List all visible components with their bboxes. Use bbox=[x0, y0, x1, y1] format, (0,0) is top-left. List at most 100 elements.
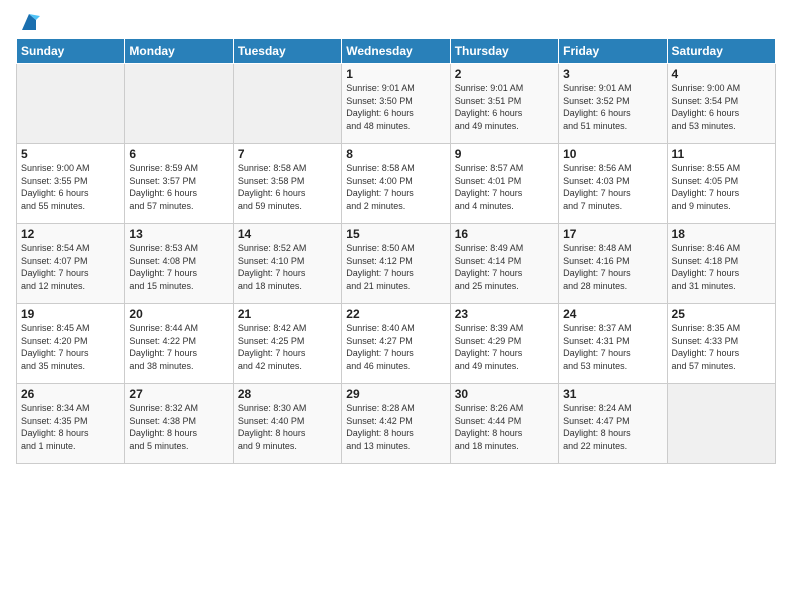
day-info: Sunrise: 8:50 AM Sunset: 4:12 PM Dayligh… bbox=[346, 242, 445, 292]
day-number: 17 bbox=[563, 227, 662, 241]
day-info: Sunrise: 9:00 AM Sunset: 3:54 PM Dayligh… bbox=[672, 82, 771, 132]
calendar-cell: 15Sunrise: 8:50 AM Sunset: 4:12 PM Dayli… bbox=[342, 224, 450, 304]
calendar-cell: 8Sunrise: 8:58 AM Sunset: 4:00 PM Daylig… bbox=[342, 144, 450, 224]
day-info: Sunrise: 9:01 AM Sunset: 3:50 PM Dayligh… bbox=[346, 82, 445, 132]
calendar-cell: 19Sunrise: 8:45 AM Sunset: 4:20 PM Dayli… bbox=[17, 304, 125, 384]
calendar-cell: 31Sunrise: 8:24 AM Sunset: 4:47 PM Dayli… bbox=[559, 384, 667, 464]
day-number: 21 bbox=[238, 307, 337, 321]
calendar-table: SundayMondayTuesdayWednesdayThursdayFrid… bbox=[16, 38, 776, 464]
day-info: Sunrise: 8:44 AM Sunset: 4:22 PM Dayligh… bbox=[129, 322, 228, 372]
day-number: 26 bbox=[21, 387, 120, 401]
day-info: Sunrise: 8:35 AM Sunset: 4:33 PM Dayligh… bbox=[672, 322, 771, 372]
day-info: Sunrise: 8:32 AM Sunset: 4:38 PM Dayligh… bbox=[129, 402, 228, 452]
day-info: Sunrise: 8:49 AM Sunset: 4:14 PM Dayligh… bbox=[455, 242, 554, 292]
calendar-cell: 22Sunrise: 8:40 AM Sunset: 4:27 PM Dayli… bbox=[342, 304, 450, 384]
day-info: Sunrise: 8:54 AM Sunset: 4:07 PM Dayligh… bbox=[21, 242, 120, 292]
day-info: Sunrise: 8:52 AM Sunset: 4:10 PM Dayligh… bbox=[238, 242, 337, 292]
day-info: Sunrise: 8:24 AM Sunset: 4:47 PM Dayligh… bbox=[563, 402, 662, 452]
day-info: Sunrise: 8:37 AM Sunset: 4:31 PM Dayligh… bbox=[563, 322, 662, 372]
day-number: 22 bbox=[346, 307, 445, 321]
day-number: 15 bbox=[346, 227, 445, 241]
calendar-cell: 9Sunrise: 8:57 AM Sunset: 4:01 PM Daylig… bbox=[450, 144, 558, 224]
day-info: Sunrise: 8:28 AM Sunset: 4:42 PM Dayligh… bbox=[346, 402, 445, 452]
day-number: 23 bbox=[455, 307, 554, 321]
day-number: 11 bbox=[672, 147, 771, 161]
calendar-cell: 1Sunrise: 9:01 AM Sunset: 3:50 PM Daylig… bbox=[342, 64, 450, 144]
day-number: 24 bbox=[563, 307, 662, 321]
day-info: Sunrise: 9:01 AM Sunset: 3:52 PM Dayligh… bbox=[563, 82, 662, 132]
day-number: 3 bbox=[563, 67, 662, 81]
calendar-cell: 11Sunrise: 8:55 AM Sunset: 4:05 PM Dayli… bbox=[667, 144, 775, 224]
day-number: 18 bbox=[672, 227, 771, 241]
day-number: 8 bbox=[346, 147, 445, 161]
calendar-cell: 20Sunrise: 8:44 AM Sunset: 4:22 PM Dayli… bbox=[125, 304, 233, 384]
calendar-cell bbox=[233, 64, 341, 144]
calendar-cell bbox=[667, 384, 775, 464]
day-number: 12 bbox=[21, 227, 120, 241]
day-number: 7 bbox=[238, 147, 337, 161]
calendar-cell: 13Sunrise: 8:53 AM Sunset: 4:08 PM Dayli… bbox=[125, 224, 233, 304]
day-number: 19 bbox=[21, 307, 120, 321]
calendar-cell: 16Sunrise: 8:49 AM Sunset: 4:14 PM Dayli… bbox=[450, 224, 558, 304]
logo-icon bbox=[18, 12, 40, 34]
day-number: 10 bbox=[563, 147, 662, 161]
day-number: 9 bbox=[455, 147, 554, 161]
day-number: 1 bbox=[346, 67, 445, 81]
calendar-cell: 6Sunrise: 8:59 AM Sunset: 3:57 PM Daylig… bbox=[125, 144, 233, 224]
calendar-week-row: 5Sunrise: 9:00 AM Sunset: 3:55 PM Daylig… bbox=[17, 144, 776, 224]
day-info: Sunrise: 8:45 AM Sunset: 4:20 PM Dayligh… bbox=[21, 322, 120, 372]
day-info: Sunrise: 8:40 AM Sunset: 4:27 PM Dayligh… bbox=[346, 322, 445, 372]
calendar-cell: 28Sunrise: 8:30 AM Sunset: 4:40 PM Dayli… bbox=[233, 384, 341, 464]
day-number: 28 bbox=[238, 387, 337, 401]
calendar-cell: 4Sunrise: 9:00 AM Sunset: 3:54 PM Daylig… bbox=[667, 64, 775, 144]
header bbox=[16, 12, 776, 30]
calendar-week-row: 12Sunrise: 8:54 AM Sunset: 4:07 PM Dayli… bbox=[17, 224, 776, 304]
calendar-week-row: 19Sunrise: 8:45 AM Sunset: 4:20 PM Dayli… bbox=[17, 304, 776, 384]
calendar-cell: 2Sunrise: 9:01 AM Sunset: 3:51 PM Daylig… bbox=[450, 64, 558, 144]
weekday-header-saturday: Saturday bbox=[667, 39, 775, 64]
day-info: Sunrise: 8:57 AM Sunset: 4:01 PM Dayligh… bbox=[455, 162, 554, 212]
day-number: 2 bbox=[455, 67, 554, 81]
day-number: 6 bbox=[129, 147, 228, 161]
calendar-week-row: 26Sunrise: 8:34 AM Sunset: 4:35 PM Dayli… bbox=[17, 384, 776, 464]
day-info: Sunrise: 9:01 AM Sunset: 3:51 PM Dayligh… bbox=[455, 82, 554, 132]
calendar-cell: 29Sunrise: 8:28 AM Sunset: 4:42 PM Dayli… bbox=[342, 384, 450, 464]
calendar-cell bbox=[17, 64, 125, 144]
calendar-cell: 7Sunrise: 8:58 AM Sunset: 3:58 PM Daylig… bbox=[233, 144, 341, 224]
logo bbox=[16, 12, 40, 30]
weekday-header-tuesday: Tuesday bbox=[233, 39, 341, 64]
day-info: Sunrise: 9:00 AM Sunset: 3:55 PM Dayligh… bbox=[21, 162, 120, 212]
day-number: 29 bbox=[346, 387, 445, 401]
weekday-header-wednesday: Wednesday bbox=[342, 39, 450, 64]
day-number: 30 bbox=[455, 387, 554, 401]
weekday-header-row: SundayMondayTuesdayWednesdayThursdayFrid… bbox=[17, 39, 776, 64]
calendar-cell: 24Sunrise: 8:37 AM Sunset: 4:31 PM Dayli… bbox=[559, 304, 667, 384]
calendar-cell: 25Sunrise: 8:35 AM Sunset: 4:33 PM Dayli… bbox=[667, 304, 775, 384]
day-number: 20 bbox=[129, 307, 228, 321]
calendar-cell: 27Sunrise: 8:32 AM Sunset: 4:38 PM Dayli… bbox=[125, 384, 233, 464]
day-info: Sunrise: 8:58 AM Sunset: 4:00 PM Dayligh… bbox=[346, 162, 445, 212]
day-number: 27 bbox=[129, 387, 228, 401]
day-info: Sunrise: 8:55 AM Sunset: 4:05 PM Dayligh… bbox=[672, 162, 771, 212]
calendar-cell: 17Sunrise: 8:48 AM Sunset: 4:16 PM Dayli… bbox=[559, 224, 667, 304]
calendar-cell: 14Sunrise: 8:52 AM Sunset: 4:10 PM Dayli… bbox=[233, 224, 341, 304]
calendar-cell bbox=[125, 64, 233, 144]
calendar-cell: 21Sunrise: 8:42 AM Sunset: 4:25 PM Dayli… bbox=[233, 304, 341, 384]
day-info: Sunrise: 8:59 AM Sunset: 3:57 PM Dayligh… bbox=[129, 162, 228, 212]
day-number: 31 bbox=[563, 387, 662, 401]
day-number: 14 bbox=[238, 227, 337, 241]
calendar-cell: 30Sunrise: 8:26 AM Sunset: 4:44 PM Dayli… bbox=[450, 384, 558, 464]
day-info: Sunrise: 8:46 AM Sunset: 4:18 PM Dayligh… bbox=[672, 242, 771, 292]
day-info: Sunrise: 8:48 AM Sunset: 4:16 PM Dayligh… bbox=[563, 242, 662, 292]
day-info: Sunrise: 8:30 AM Sunset: 4:40 PM Dayligh… bbox=[238, 402, 337, 452]
day-info: Sunrise: 8:39 AM Sunset: 4:29 PM Dayligh… bbox=[455, 322, 554, 372]
day-info: Sunrise: 8:34 AM Sunset: 4:35 PM Dayligh… bbox=[21, 402, 120, 452]
day-info: Sunrise: 8:26 AM Sunset: 4:44 PM Dayligh… bbox=[455, 402, 554, 452]
calendar-week-row: 1Sunrise: 9:01 AM Sunset: 3:50 PM Daylig… bbox=[17, 64, 776, 144]
weekday-header-thursday: Thursday bbox=[450, 39, 558, 64]
calendar-cell: 26Sunrise: 8:34 AM Sunset: 4:35 PM Dayli… bbox=[17, 384, 125, 464]
calendar-cell: 10Sunrise: 8:56 AM Sunset: 4:03 PM Dayli… bbox=[559, 144, 667, 224]
calendar-cell: 5Sunrise: 9:00 AM Sunset: 3:55 PM Daylig… bbox=[17, 144, 125, 224]
day-info: Sunrise: 8:58 AM Sunset: 3:58 PM Dayligh… bbox=[238, 162, 337, 212]
day-info: Sunrise: 8:53 AM Sunset: 4:08 PM Dayligh… bbox=[129, 242, 228, 292]
